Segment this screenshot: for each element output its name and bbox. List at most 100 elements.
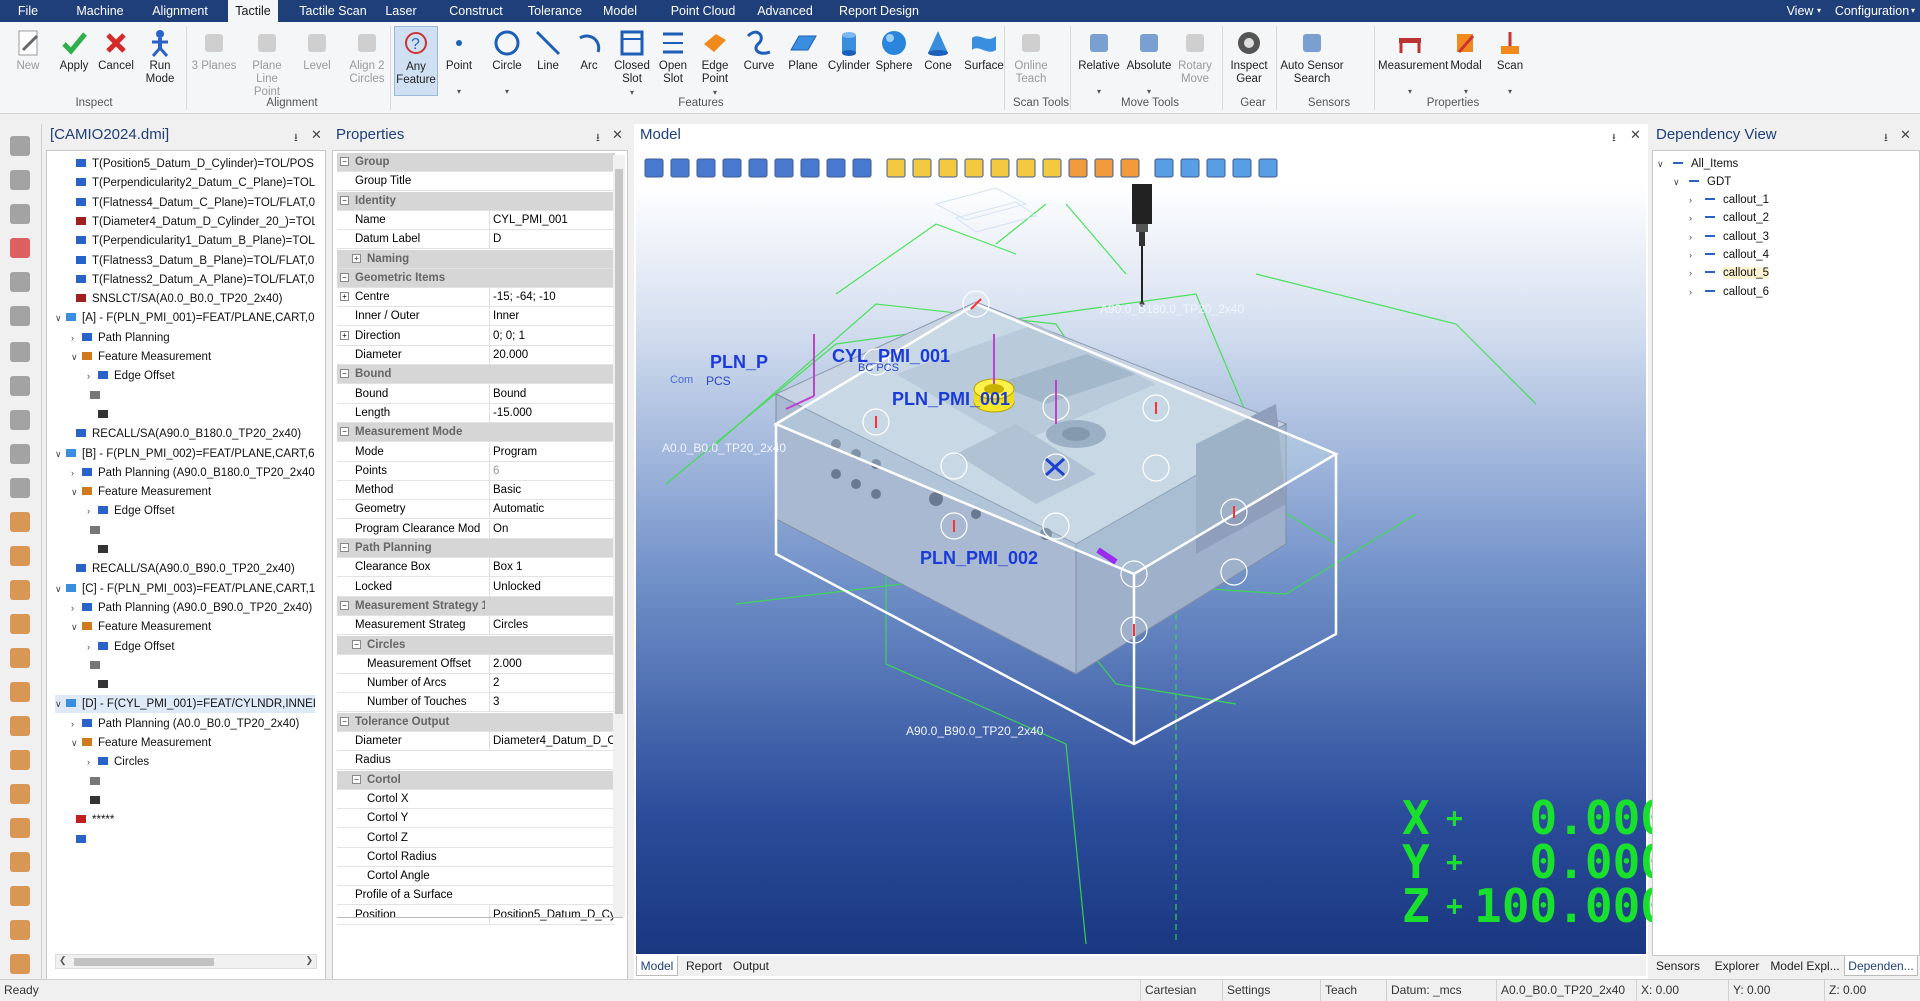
layers-icon[interactable]: [1204, 156, 1228, 180]
zoom-fit-icon[interactable]: [746, 156, 770, 180]
property-value[interactable]: CYL_PMI_001: [489, 210, 615, 229]
view-back-icon[interactable]: [936, 156, 960, 180]
property-value[interactable]: -15; -64; -10: [489, 288, 615, 307]
menu-tactile[interactable]: Tactile: [228, 0, 278, 22]
chevron-down-icon[interactable]: ∨: [55, 309, 65, 327]
property-value[interactable]: Basic: [489, 481, 615, 500]
property-row[interactable]: Inner / Outer Inner: [337, 307, 615, 327]
pin-icon[interactable]: ⭳: [294, 129, 298, 148]
menu-model[interactable]: Model: [598, 0, 642, 22]
chevron-right-icon[interactable]: ›: [1689, 209, 1699, 227]
cube-icon[interactable]: [1256, 156, 1280, 180]
tree-row[interactable]: [79, 387, 315, 405]
property-row[interactable]: Measurement Strateg Circles: [337, 616, 615, 636]
tree-row[interactable]: [87, 676, 315, 694]
level-button[interactable]: Level: [298, 26, 336, 96]
tree-row[interactable]: T(Perpendicularity2_Datum_C_Plane)=TOL/P: [65, 174, 315, 192]
property-row[interactable]: − Circles: [337, 635, 615, 655]
arc-button[interactable]: Arc: [572, 26, 606, 96]
tree-row[interactable]: SNSLCT/SA(A0.0_B0.0_TP20_2x40): [65, 290, 315, 308]
tree-row[interactable]: ∨ Feature Measurement: [71, 734, 315, 752]
property-value[interactable]: Position5_Datum_D_Cyl: [489, 905, 615, 924]
chevron-right-icon[interactable]: ›: [1689, 264, 1699, 282]
dependency-callout[interactable]: › callout_3: [1689, 228, 1889, 246]
program-icon[interactable]: [5, 302, 37, 332]
online-teach-button[interactable]: Online Teach: [1008, 26, 1054, 96]
property-value[interactable]: Automatic: [489, 500, 615, 519]
collapse-icon[interactable]: −: [340, 369, 349, 379]
chevron-right-icon[interactable]: ›: [1689, 191, 1699, 209]
tree-row[interactable]: › Path Planning (A0.0_B0.0_TP20_2x40): [71, 715, 315, 733]
angle5-icon[interactable]: [5, 712, 37, 742]
align-two-circles-button[interactable]: Align 2 Circles: [344, 26, 390, 96]
any-feature-button[interactable]: ? Any Feature: [394, 26, 438, 96]
property-row[interactable]: Cortol Angle: [337, 867, 615, 887]
view-iso-icon[interactable]: [884, 156, 908, 180]
property-category[interactable]: − Path Planning: [337, 539, 615, 558]
property-row[interactable]: Datum Label D: [337, 230, 615, 250]
dependency-root[interactable]: ∨ All_Items: [1657, 155, 1857, 173]
more2-icon[interactable]: [5, 950, 37, 980]
dependency-callout[interactable]: › callout_4: [1689, 246, 1889, 264]
collapse-icon[interactable]: −: [340, 272, 349, 282]
chevron-right-icon[interactable]: ›: [71, 464, 81, 482]
property-row[interactable]: Cortol X: [337, 790, 615, 809]
dependency-callout[interactable]: › callout_2: [1689, 209, 1889, 227]
property-row[interactable]: Length -15.000: [337, 403, 615, 423]
property-row[interactable]: Bound Bound: [337, 384, 615, 404]
apply-button[interactable]: Apply: [54, 26, 94, 96]
menu-machine[interactable]: Machine: [72, 0, 128, 22]
tree-row[interactable]: [79, 773, 315, 791]
tree-row[interactable]: › Edge Offset: [87, 638, 315, 656]
property-row[interactable]: Geometry Automatic: [337, 500, 615, 520]
play-icon[interactable]: [5, 166, 37, 196]
chevron-down-icon[interactable]: ∨: [55, 695, 65, 713]
angle4-icon[interactable]: [5, 678, 37, 708]
chevron-down-icon[interactable]: ∨: [1673, 173, 1683, 191]
property-value[interactable]: Circles: [489, 616, 615, 635]
chevron-right-icon[interactable]: ›: [71, 329, 81, 347]
property-row[interactable]: Clearance Box Box 1: [337, 558, 615, 578]
property-row[interactable]: − Cortol: [337, 770, 615, 790]
zoom-extents-icon[interactable]: [824, 156, 848, 180]
new-button[interactable]: New: [8, 26, 48, 96]
property-category[interactable]: − Bound: [337, 365, 615, 385]
tree-row[interactable]: › Path Planning (A90.0_B180.0_TP20_2x40): [71, 464, 315, 482]
tree-row[interactable]: T(Flatness4_Datum_C_Plane)=TOL/FLAT,0.0: [65, 194, 315, 212]
stop-probe-icon[interactable]: [5, 848, 37, 878]
property-row[interactable]: Position Position5_Datum_D_Cyl: [337, 905, 615, 925]
collapse-icon[interactable]: −: [340, 543, 349, 552]
view-front-icon[interactable]: [910, 156, 934, 180]
connect-icon[interactable]: [5, 372, 37, 402]
view-top-icon[interactable]: [1014, 156, 1038, 180]
property-row[interactable]: Cortol Radius: [337, 848, 615, 867]
property-value[interactable]: 20.000: [489, 346, 615, 364]
menu-view[interactable]: View: [1784, 0, 1816, 22]
chevron-right-icon[interactable]: ›: [1689, 228, 1699, 246]
collapse-icon[interactable]: −: [352, 639, 361, 649]
tree-row[interactable]: T(Diameter4_Datum_D_Cylinder_20_)=TOL/D: [65, 213, 315, 231]
probe2-icon[interactable]: [5, 542, 37, 572]
property-row[interactable]: Points 6: [337, 461, 615, 481]
tree-row[interactable]: [79, 522, 315, 540]
stop-icon[interactable]: [5, 234, 37, 264]
menu-tolerance[interactable]: Tolerance: [522, 0, 588, 22]
zoom-window-icon[interactable]: [720, 156, 744, 180]
chevron-right-icon[interactable]: ›: [87, 638, 97, 656]
inspect-gear-button[interactable]: Inspect Gear: [1226, 26, 1272, 96]
tree-row[interactable]: ∨ [C] - F(PLN_PMI_003)=FEAT/PLANE,CART,1: [55, 580, 315, 598]
property-row[interactable]: + Naming: [337, 249, 615, 269]
measurement-button[interactable]: Measurement ▾: [1378, 26, 1448, 96]
rotate-icon[interactable]: [642, 156, 666, 180]
property-category[interactable]: − Measurement Strategy 1: [337, 596, 615, 616]
machine-icon[interactable]: [1178, 156, 1202, 180]
shaded-icon[interactable]: [1066, 156, 1090, 180]
probe-icon[interactable]: [5, 508, 37, 538]
property-value[interactable]: Inner: [489, 307, 615, 326]
collapse-icon[interactable]: −: [340, 600, 349, 610]
tree-row[interactable]: › Edge Offset: [87, 367, 315, 385]
tab-sensors[interactable]: Sensors: [1652, 956, 1704, 976]
menu-report-design[interactable]: Report Design: [832, 0, 926, 22]
collapse-icon[interactable]: −: [340, 157, 349, 166]
property-row[interactable]: Locked Unlocked: [337, 577, 615, 597]
